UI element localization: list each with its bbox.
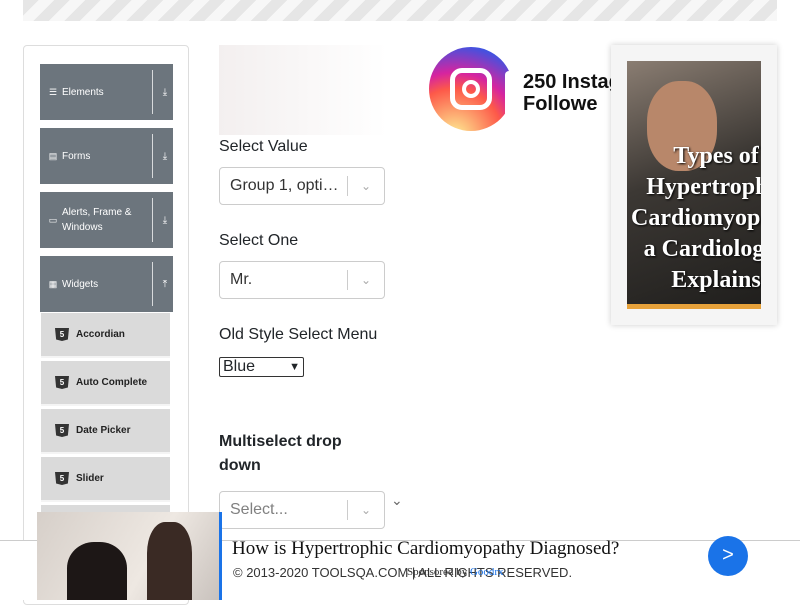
select-value-dropdown[interactable]: Group 1, option 1 ⌄ xyxy=(219,167,385,205)
old-style-select[interactable]: Blue ▼ xyxy=(219,357,304,377)
sidebar-item-accordian[interactable]: 5 Accordian xyxy=(41,313,170,358)
expand-icon: ⤓ xyxy=(162,150,168,162)
sidebar-item-label: Accordian xyxy=(76,329,125,340)
instagram-icon xyxy=(429,47,513,131)
select-value-label: Select Value xyxy=(219,138,308,155)
ad-sponsor-line: Sponsored by Goodrx xyxy=(407,566,504,578)
ad-go-button[interactable]: > xyxy=(708,536,748,576)
collapse-icon: ⤒ xyxy=(162,278,168,290)
top-ad-band xyxy=(23,0,777,21)
video-ad[interactable]: Types of Hypertrophic Cardiomyopathy: a … xyxy=(611,45,777,325)
ad-title[interactable]: How is Hypertrophic Cardiomyopathy Diagn… xyxy=(232,538,619,560)
video-title: Types of Hypertrophic Cardiomyopathy: a … xyxy=(631,143,761,293)
sidebar-item-slider[interactable]: 5 Slider xyxy=(41,457,170,502)
html5-icon: 5 xyxy=(55,424,69,437)
chevron-down-icon: ⌄ xyxy=(360,273,372,287)
chevron-down-icon: ⌄ xyxy=(391,492,403,508)
window-icon: ▭ xyxy=(48,214,58,225)
expand-icon: ⤓ xyxy=(162,86,168,98)
chevron-down-icon: ▼ xyxy=(289,361,300,373)
sidebar-item-date-picker[interactable]: 5 Date Picker xyxy=(41,409,170,454)
old-style-select-value: Blue xyxy=(223,358,256,375)
select-one-label: Select One xyxy=(219,232,299,249)
sidebar-group-alerts[interactable]: ▭ Alerts, Frame & Windows ⤓ xyxy=(40,192,173,248)
sidebar-group-elements[interactable]: ☰ Elements ⤓ xyxy=(40,64,173,120)
form-icon: ▤ xyxy=(48,150,58,161)
multiselect-label: Multiselect drop down xyxy=(219,433,342,474)
sidebar-group-label: Forms xyxy=(62,150,91,162)
sidebar-group-label: Widgets xyxy=(62,278,99,290)
html5-icon: 5 xyxy=(55,328,69,341)
video-progress-bar xyxy=(627,304,761,309)
select-value-current: Group 1, option 1 xyxy=(230,177,347,194)
sponsored-by-text: Sponsored by xyxy=(407,566,468,578)
sidebar-group-forms[interactable]: ▤ Forms ⤓ xyxy=(40,128,173,184)
grid-icon: ▦ xyxy=(48,278,58,289)
html5-icon: 5 xyxy=(55,472,69,485)
html5-icon: 5 xyxy=(55,376,69,389)
bottom-ad[interactable]: How is Hypertrophic Cardiomyopathy Diagn… xyxy=(37,512,800,600)
sidebar-item-label: Slider xyxy=(76,473,104,484)
select-one-dropdown[interactable]: Mr. ⌄ xyxy=(219,261,385,299)
expand-icon: ⤓ xyxy=(162,214,168,226)
sidebar-item-label: Date Picker xyxy=(76,425,131,436)
video-frame: Types of Hypertrophic Cardiomyopathy: a … xyxy=(627,61,761,309)
list-icon: ☰ xyxy=(48,86,58,97)
instagram-ad-banner[interactable]: 250 Instag Followe xyxy=(219,45,639,135)
select-one-current: Mr. xyxy=(230,271,253,288)
sidebar-item-auto-complete[interactable]: 5 Auto Complete xyxy=(41,361,170,406)
old-style-label: Old Style Select Menu xyxy=(219,326,378,343)
sponsor-name[interactable]: Goodrx xyxy=(470,566,504,578)
sidebar-item-label: Auto Complete xyxy=(76,377,148,388)
sidebar-group-widgets[interactable]: ▦ Widgets ⤒ xyxy=(40,256,173,312)
sidebar-group-label: Alerts, Frame & Windows xyxy=(62,207,132,233)
ad-image xyxy=(37,512,219,600)
sidebar-group-label: Elements xyxy=(62,86,104,98)
chevron-down-icon: ⌄ xyxy=(360,179,372,193)
